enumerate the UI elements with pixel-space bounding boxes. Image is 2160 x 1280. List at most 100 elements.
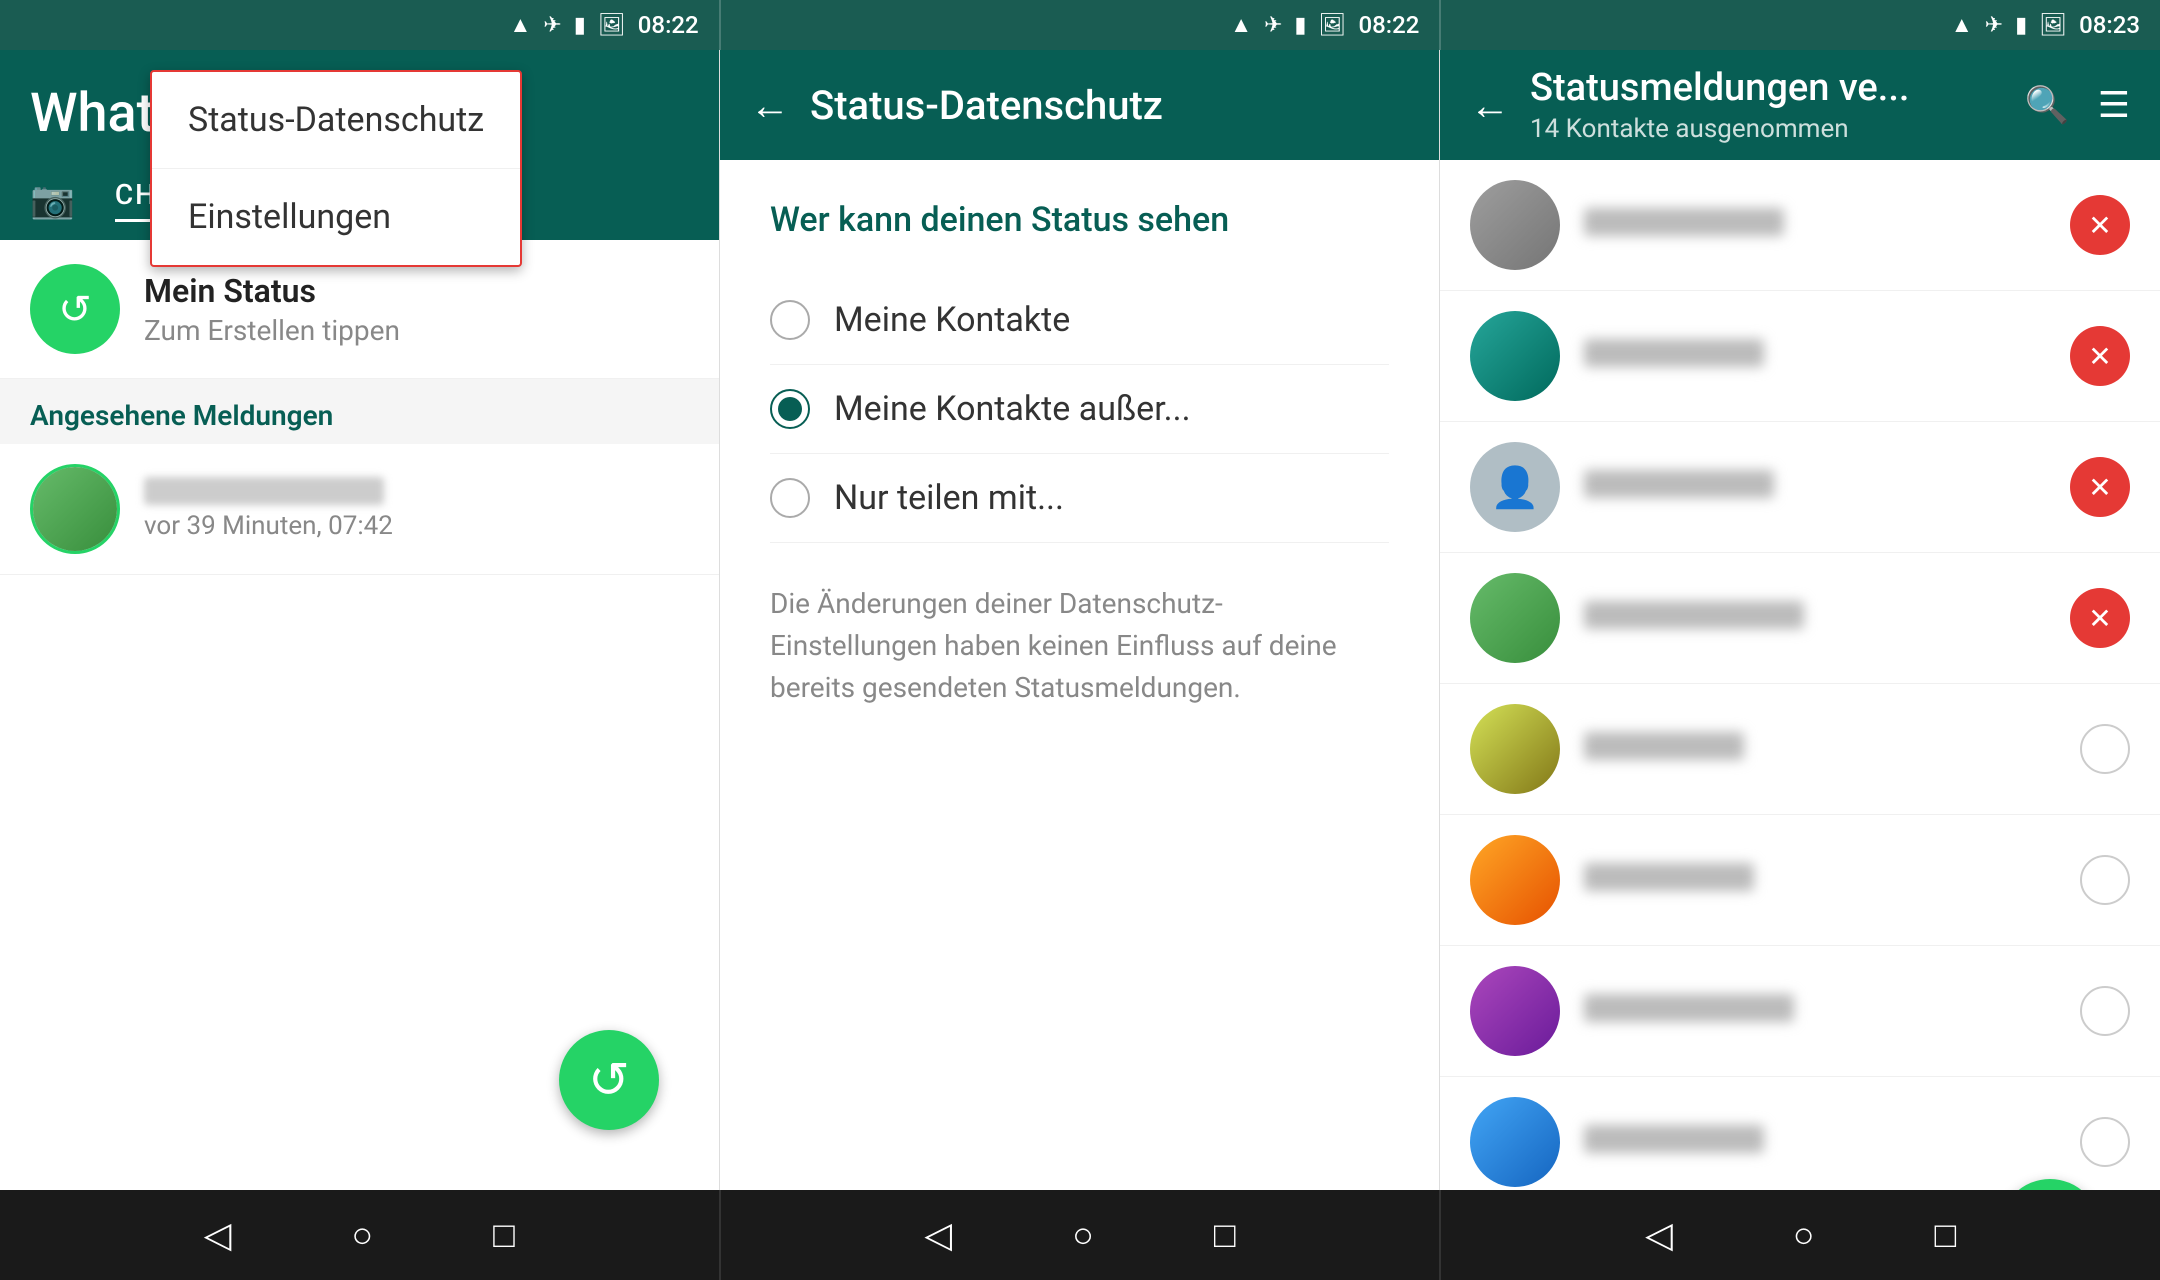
panel3-back-button[interactable]: ← <box>1470 82 1510 129</box>
panel3-exclusion: ← Statusmeldungen ve... 14 Kontakte ausg… <box>1440 50 2160 1190</box>
nav-back-1[interactable]: ◁ <box>194 1204 242 1266</box>
check-circle-6[interactable] <box>2080 855 2130 905</box>
contact-avatar-r8 <box>1470 1097 1560 1187</box>
wifi-icon-2: ▲ <box>1230 12 1252 38</box>
fab-refresh-icon: ↺ <box>588 1051 630 1110</box>
contact-avatar-r6 <box>1470 835 1560 925</box>
panel2-header: ← Status-Datenschutz <box>720 50 1439 160</box>
contact-name-blur-1 <box>144 477 384 505</box>
dropdown-item-status[interactable]: Status-Datenschutz <box>152 72 520 169</box>
battery-icon-3: ▮ <box>2015 13 2027 38</box>
panel2-privacy: ← Status-Datenschutz Wer kann deinen Sta… <box>720 50 1440 1190</box>
nav-section-1: ◁ ○ □ <box>0 1190 719 1280</box>
dropdown-item-settings[interactable]: Einstellungen <box>152 169 520 265</box>
contact-name-r7 <box>1584 994 1794 1022</box>
nav-recent-1[interactable]: □ <box>483 1204 525 1266</box>
radio-option-except[interactable]: Meine Kontakte außer... <box>770 365 1389 454</box>
contact-name-r2 <box>1584 339 1764 367</box>
contact-row-info-3 <box>1584 470 2046 504</box>
fab-refresh[interactable]: ↺ <box>559 1030 659 1130</box>
battery-icon-1: ▮ <box>574 13 586 38</box>
airplane-icon-2: ✈ <box>1264 13 1282 38</box>
refresh-icon: ↺ <box>58 286 92 333</box>
contact-avatar-r1 <box>1470 180 1560 270</box>
panel2-content: Wer kann deinen Status sehen Meine Konta… <box>720 160 1439 1190</box>
panel3-subtitle: 14 Kontakte ausgenommen <box>1530 114 2005 144</box>
contact-row-info-6 <box>1584 863 2056 897</box>
image-icon-1: 🖼 <box>598 13 626 38</box>
remove-button-3[interactable]: ✕ <box>2070 457 2130 517</box>
panel3-header-info: Statusmeldungen ve... 14 Kontakte ausgen… <box>1530 66 2005 144</box>
wifi-icon-1: ▲ <box>510 12 532 38</box>
contact-row-info-7 <box>1584 994 2056 1028</box>
wifi-icon-3: ▲ <box>1951 12 1973 38</box>
contact-row-2[interactable]: ✕ <box>1440 291 2160 422</box>
radio-circle-except <box>770 389 810 429</box>
check-circle-5[interactable] <box>2080 724 2130 774</box>
contact-row-4[interactable]: ✕ <box>1440 553 2160 684</box>
status-bar: ▲ ✈ ▮ 🖼 08:22 ▲ ✈ ▮ 🖼 08:22 ▲ ✈ ▮ 🖼 08:2… <box>0 0 2160 50</box>
contact-name-r8 <box>1584 1125 1764 1153</box>
remove-button-1[interactable]: ✕ <box>2070 195 2130 255</box>
status-bar-panel1: ▲ ✈ ▮ 🖼 08:22 <box>0 0 719 50</box>
privacy-note: Die Änderungen deiner Datenschutz-Einste… <box>770 583 1389 709</box>
contact-status-item[interactable]: vor 39 Minuten, 07:42 <box>0 444 719 575</box>
time-1: 08:22 <box>638 11 699 39</box>
radio-option-share-only[interactable]: Nur teilen mit... <box>770 454 1389 543</box>
nav-recent-3[interactable]: □ <box>1925 1204 1967 1266</box>
privacy-section-title: Wer kann deinen Status sehen <box>770 200 1389 240</box>
nav-bar: ◁ ○ □ ◁ ○ □ ◁ ○ □ <box>0 1190 2160 1280</box>
nav-home-1[interactable]: ○ <box>341 1204 383 1266</box>
time-2: 08:22 <box>1358 11 1419 39</box>
menu-icon[interactable]: ☰ <box>2098 84 2130 126</box>
contact-row-6[interactable] <box>1440 815 2160 946</box>
status-bar-panel2: ▲ ✈ ▮ 🖼 08:22 <box>721 0 1440 50</box>
contact-avatar-r2 <box>1470 311 1560 401</box>
contact-info-1: vor 39 Minuten, 07:42 <box>144 477 393 541</box>
main-content: WhatsApp Status-Datenschutz Einstellunge… <box>0 50 2160 1190</box>
contact-row-5[interactable] <box>1440 684 2160 815</box>
remove-button-2[interactable]: ✕ <box>2070 326 2130 386</box>
panel1-header: WhatsApp Status-Datenschutz Einstellunge… <box>0 50 719 160</box>
panel3-title: Statusmeldungen ve... <box>1530 66 2005 110</box>
time-3: 08:23 <box>2079 11 2140 39</box>
nav-home-3[interactable]: ○ <box>1783 1204 1825 1266</box>
nav-recent-2[interactable]: □ <box>1204 1204 1246 1266</box>
check-circle-7[interactable] <box>2080 986 2130 1036</box>
contact-row-7[interactable] <box>1440 946 2160 1077</box>
contact-row-info-1 <box>1584 208 2046 242</box>
contact-name-r1 <box>1584 208 1784 236</box>
contact-name-r3 <box>1584 470 1774 498</box>
contact-name-r4 <box>1584 601 1804 629</box>
contact-row-8[interactable] <box>1440 1077 2160 1190</box>
contact-row-info-8 <box>1584 1125 2056 1159</box>
contact-row-1[interactable]: ✕ <box>1440 160 2160 291</box>
nav-back-3[interactable]: ◁ <box>1635 1204 1683 1266</box>
dropdown-menu: Status-Datenschutz Einstellungen <box>150 70 522 267</box>
image-icon-3: 🖼 <box>2039 13 2067 38</box>
panel3-relative: ← Statusmeldungen ve... 14 Kontakte ausg… <box>1440 50 2160 1190</box>
contact-row-3[interactable]: 👤 ✕ <box>1440 422 2160 553</box>
radio-label-share: Nur teilen mit... <box>834 478 1064 518</box>
status-bar-panel3: ▲ ✈ ▮ 🖼 08:23 <box>1441 0 2160 50</box>
camera-icon[interactable]: 📷 <box>30 179 75 221</box>
nav-back-2[interactable]: ◁ <box>914 1204 962 1266</box>
contact-avatar-inner-1 <box>33 467 117 551</box>
radio-option-all-contacts[interactable]: Meine Kontakte <box>770 276 1389 365</box>
remove-button-4[interactable]: ✕ <box>2070 588 2130 648</box>
contact-name-r5 <box>1584 732 1744 760</box>
header-actions: 🔍 ☰ <box>2025 84 2130 126</box>
search-icon[interactable]: 🔍 <box>2025 84 2070 126</box>
my-status-sub: Zum Erstellen tippen <box>144 314 400 347</box>
nav-home-2[interactable]: ○ <box>1062 1204 1104 1266</box>
panel1-whatsapp: WhatsApp Status-Datenschutz Einstellunge… <box>0 50 720 1190</box>
contacts-list: ✕ ✕ 👤 ✕ <box>1440 160 2160 1190</box>
contact-row-info-4 <box>1584 601 2046 635</box>
radio-label-all: Meine Kontakte <box>834 300 1070 340</box>
check-circle-8[interactable] <box>2080 1117 2130 1167</box>
panel2-back-button[interactable]: ← <box>750 82 790 129</box>
my-status-avatar: ↺ <box>30 264 120 354</box>
contact-avatar-r4 <box>1470 573 1560 663</box>
nav-section-3: ◁ ○ □ <box>1441 1190 2160 1280</box>
contact-avatar-r5 <box>1470 704 1560 794</box>
